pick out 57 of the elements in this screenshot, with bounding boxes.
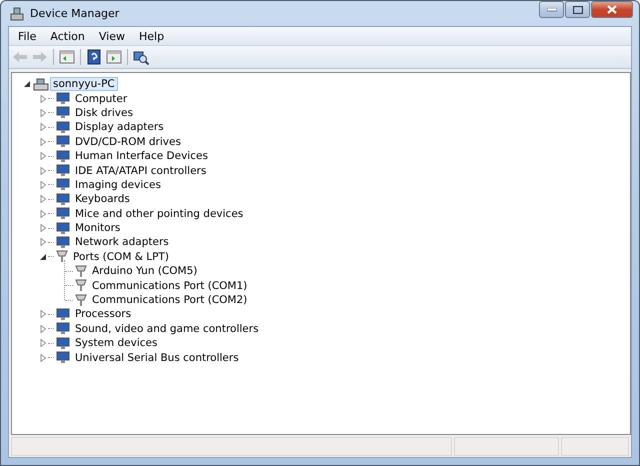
close-icon <box>607 5 617 14</box>
tree-item[interactable]: System devices <box>72 336 160 350</box>
port-icon <box>56 250 68 264</box>
panel-button[interactable] <box>105 48 123 66</box>
maximize-button[interactable] <box>565 1 590 18</box>
device-icon <box>56 92 70 106</box>
menu-item[interactable]: View <box>92 28 132 44</box>
close-button[interactable] <box>591 1 633 18</box>
device-icon <box>56 178 70 192</box>
tree-item[interactable]: Universal Serial Bus controllers <box>72 350 242 365</box>
computer-icon <box>9 6 25 20</box>
tree-item[interactable]: Communications Port (COM1) <box>89 278 250 293</box>
computer-icon <box>33 78 49 91</box>
maximize-icon <box>572 6 582 14</box>
device-icon <box>56 135 70 148</box>
tree-item[interactable]: IDE ATA/ATAPI controllers <box>72 164 210 178</box>
menu-item[interactable]: Help <box>132 28 172 44</box>
expander-arrow[interactable] <box>22 79 32 90</box>
tree-item[interactable]: Human Interface Devices <box>72 149 211 164</box>
tree-item[interactable]: Mice and other pointing devices <box>72 206 246 221</box>
device-icon <box>56 222 70 235</box>
menu-item[interactable]: File <box>11 28 44 44</box>
minimize-button[interactable] <box>539 1 564 18</box>
tree-item[interactable]: Processors <box>72 307 134 322</box>
tree-item[interactable]: Computer <box>72 92 130 106</box>
device-icon <box>56 106 70 120</box>
tree-item[interactable]: Imaging devices <box>72 178 164 192</box>
tree-item[interactable]: Sound, video and game controllers <box>72 322 262 336</box>
window-title: Device Manager <box>30 7 120 20</box>
tree-item[interactable]: Network adapters <box>72 235 172 250</box>
menu-item[interactable]: Action <box>43 28 92 44</box>
panel-button[interactable] <box>58 48 76 66</box>
device-icon <box>56 207 70 220</box>
minimize-icon <box>546 8 556 12</box>
tree-item[interactable]: Communications Port (COM2) <box>89 293 250 308</box>
device-icon <box>56 336 70 350</box>
tree-item[interactable]: Arduino Yun (COM5) <box>89 264 200 278</box>
tree-item[interactable]: Display adapters <box>72 120 167 134</box>
device-icon <box>56 308 70 321</box>
expander-arrow[interactable] <box>38 252 48 262</box>
device-icon <box>56 120 70 134</box>
device-icon <box>56 351 70 364</box>
tree-item[interactable]: Monitors <box>72 221 124 236</box>
port-icon <box>75 264 87 278</box>
tree-item[interactable]: sonnyyu-PC <box>50 77 118 92</box>
device-icon <box>56 192 70 206</box>
tree-item[interactable]: Ports (COM & LPT) <box>70 250 172 264</box>
tree-item[interactable]: Keyboards <box>72 192 133 206</box>
device-icon <box>56 164 70 178</box>
device-icon <box>56 322 70 336</box>
tree-item[interactable]: Disk drives <box>72 106 136 120</box>
port-icon <box>75 279 87 292</box>
device-icon <box>56 236 70 249</box>
help-button[interactable] <box>85 48 103 66</box>
port-icon <box>75 294 87 307</box>
tree-item[interactable]: DVD/CD-ROM drives <box>72 134 184 149</box>
device-icon <box>56 150 70 163</box>
